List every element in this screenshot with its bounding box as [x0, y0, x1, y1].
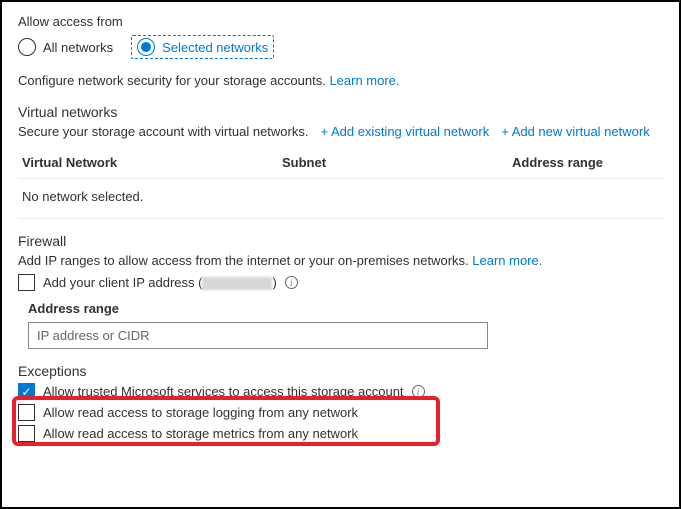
vnet-desc: Secure your storage account with virtual… [18, 124, 308, 139]
exception-logging-checkbox[interactable] [18, 404, 35, 421]
address-range-label: Address range [28, 301, 663, 316]
col-subnet: Subnet [282, 155, 512, 170]
redacted-ip [202, 277, 272, 290]
desc-text: Configure network security for your stor… [18, 73, 329, 88]
vnet-desc-row: Secure your storage account with virtual… [18, 124, 663, 139]
radio-selected-networks[interactable]: Selected networks [131, 35, 274, 59]
vnet-table-header: Virtual Network Subnet Address range [18, 147, 663, 179]
radio-label: All networks [43, 40, 113, 55]
networking-panel: Allow access from All networks Selected … [0, 0, 681, 509]
exception-trusted-row: ✓ Allow trusted Microsoft services to ac… [18, 383, 663, 400]
exception-trusted-checkbox[interactable]: ✓ [18, 383, 35, 400]
access-from-label: Allow access from [18, 14, 663, 29]
exception-metrics-row: Allow read access to storage metrics fro… [18, 425, 663, 442]
radio-icon [18, 38, 36, 56]
info-icon[interactable]: i [412, 385, 425, 398]
client-ip-prefix: Add your client IP address ( [43, 275, 202, 290]
firewall-desc-text: Add IP ranges to allow access from the i… [18, 253, 472, 268]
firewall-heading: Firewall [18, 233, 663, 249]
col-address-range: Address range [512, 155, 659, 170]
radio-label: Selected networks [162, 40, 268, 55]
radio-all-networks[interactable]: All networks [18, 35, 113, 59]
exception-metrics-checkbox[interactable] [18, 425, 35, 442]
client-ip-suffix: ) [272, 275, 276, 290]
vnet-empty-row: No network selected. [18, 179, 663, 219]
col-vnet-name: Virtual Network [22, 155, 282, 170]
add-client-ip-checkbox[interactable] [18, 274, 35, 291]
add-client-ip-label: Add your client IP address () [43, 275, 277, 290]
vnet-heading: Virtual networks [18, 104, 663, 120]
exception-logging-row: Allow read access to storage logging fro… [18, 404, 663, 421]
add-existing-vnet-link[interactable]: + Add existing virtual network [320, 124, 489, 139]
learn-more-link[interactable]: Learn more. [329, 73, 399, 88]
add-new-vnet-link[interactable]: + Add new virtual network [501, 124, 650, 139]
exception-logging-label: Allow read access to storage logging fro… [43, 405, 358, 420]
add-client-ip-row: Add your client IP address () i [18, 274, 663, 291]
exception-trusted-label: Allow trusted Microsoft services to acce… [43, 384, 404, 399]
radio-icon [137, 38, 155, 56]
firewall-learn-more-link[interactable]: Learn more. [472, 253, 542, 268]
access-radio-group: All networks Selected networks [18, 35, 663, 59]
address-range-input[interactable] [28, 322, 488, 349]
exceptions-heading: Exceptions [18, 363, 663, 379]
check-icon: ✓ [21, 386, 31, 398]
config-desc: Configure network security for your stor… [18, 73, 663, 88]
exception-metrics-label: Allow read access to storage metrics fro… [43, 426, 358, 441]
info-icon[interactable]: i [285, 276, 298, 289]
firewall-desc: Add IP ranges to allow access from the i… [18, 253, 663, 268]
